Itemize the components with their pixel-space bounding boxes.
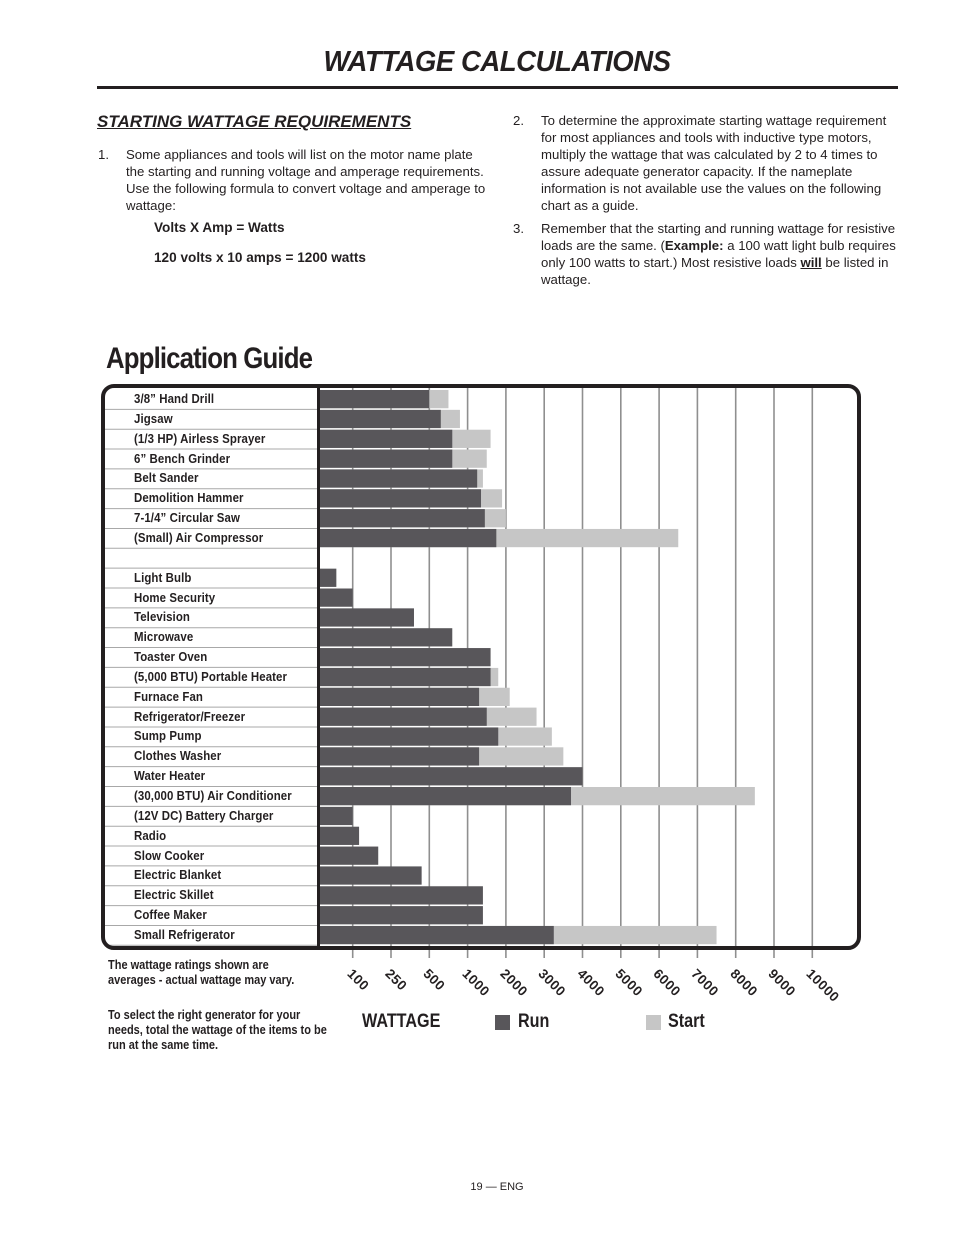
row-label: Home Security	[134, 589, 216, 605]
row-label: (Small) Air Compressor	[134, 529, 264, 545]
row-label: Jigsaw	[134, 410, 173, 426]
row-label: Small Refrigerator	[134, 926, 235, 942]
row-label: (30,000 BTU) Air Conditioner	[134, 788, 292, 803]
row-label: Refrigerator/Freezer	[134, 708, 246, 724]
row-label: Electric Blanket	[134, 867, 222, 883]
row-label: (5,000 BTU) Portable Heater	[134, 668, 288, 684]
row-label: Clothes Washer	[134, 748, 222, 764]
legend-run-label: Run	[518, 1011, 550, 1032]
row-label: 6” Bench Grinder	[134, 450, 231, 466]
row-label: Sump Pump	[134, 728, 202, 744]
row-label: Television	[134, 609, 190, 625]
x-axis-label: WATTAGE	[362, 1011, 441, 1032]
row-label: 7-1/4” Circular Saw	[134, 510, 240, 526]
row-label: Furnace Fan	[134, 688, 203, 704]
row-label: Belt Sander	[134, 470, 199, 486]
row-label: Water Heater	[134, 768, 206, 784]
legend-start-label: Start	[668, 1011, 705, 1032]
page-footer: 19 — ENG	[470, 1181, 524, 1193]
legend-run-swatch	[495, 1015, 510, 1030]
row-label: (12V DC) Battery Charger	[134, 807, 274, 823]
row-label: 3/8” Hand Drill	[134, 391, 215, 406]
row-label: Demolition Hammer	[134, 490, 244, 506]
row-label: Light Bulb	[134, 569, 192, 585]
row-label: Slow Cooker	[134, 847, 205, 863]
note-averages: The wattage ratings shown are averages -…	[108, 958, 295, 987]
note-select-generator: To select the right generator for your n…	[108, 1008, 327, 1052]
legend-start-swatch	[646, 1015, 661, 1030]
row-label: Radio	[134, 827, 167, 843]
row-label: (1/3 HP) Airless Sprayer	[134, 430, 266, 446]
row-label: Toaster Oven	[134, 649, 208, 665]
row-label: Coffee Maker	[134, 907, 207, 923]
row-label: Electric Skillet	[134, 887, 214, 903]
row-label: Microwave	[134, 629, 194, 645]
